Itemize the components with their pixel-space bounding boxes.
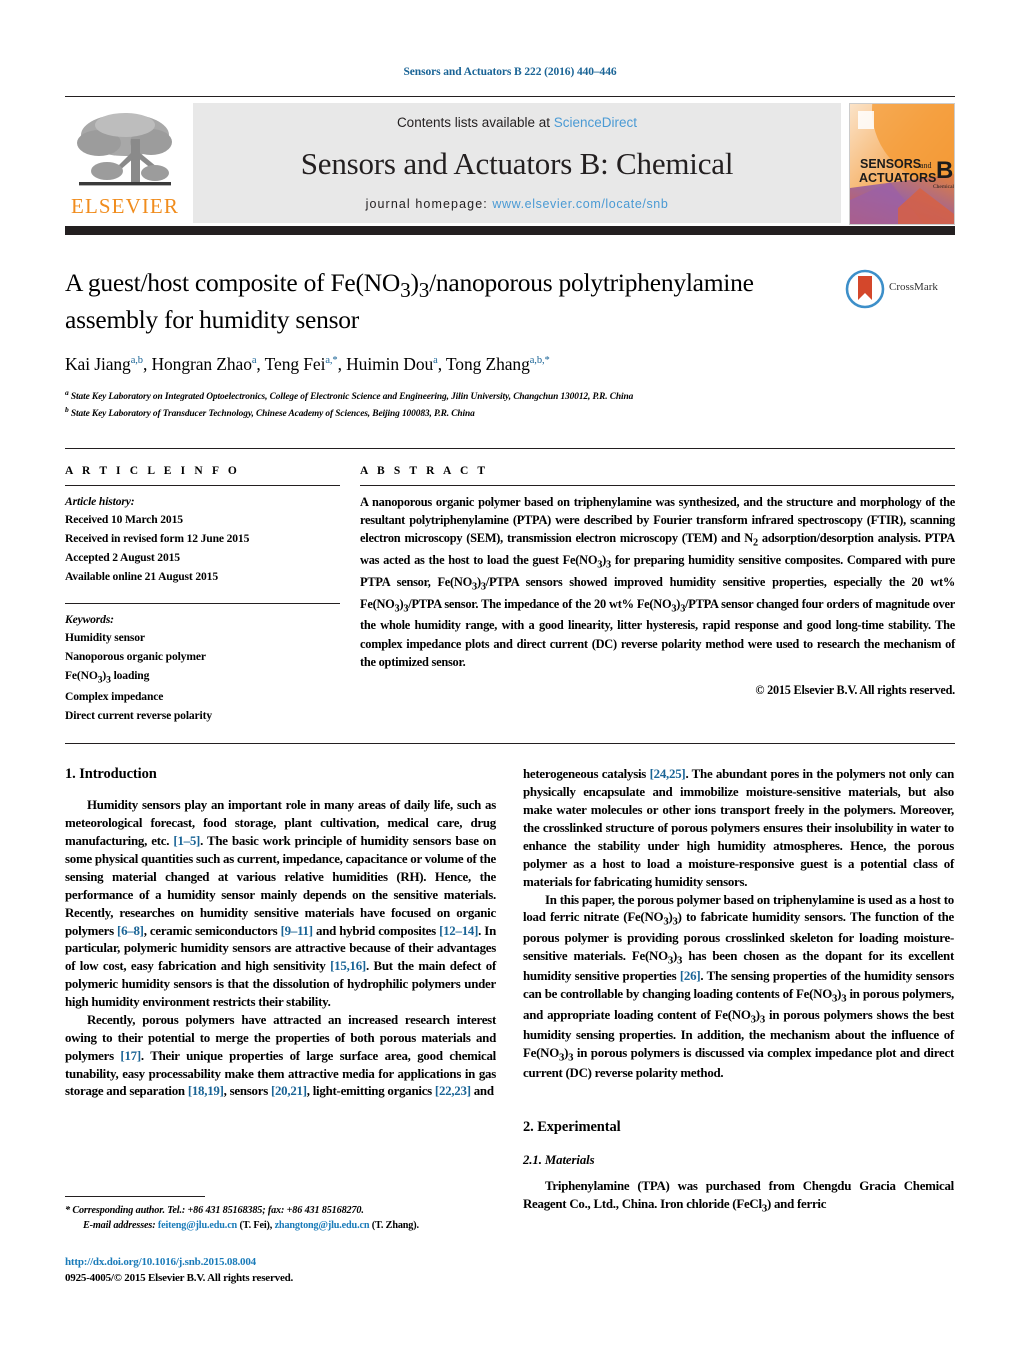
intro-paragraph-1: Humidity sensors play an important role … <box>65 798 496 1010</box>
section-heading-experimental: 2. Experimental <box>523 1119 621 1136</box>
issn-copyright-line: 0925-4005/© 2015 Elsevier B.V. All right… <box>65 1271 294 1284</box>
materials-paragraph-1: Triphenylamine (TPA) was purchased from … <box>523 1179 954 1215</box>
title-block: A guest/host composite of Fe(NO3)3/nanop… <box>65 267 955 422</box>
svg-text:ACTUATORS: ACTUATORS <box>859 171 936 185</box>
svg-text:and: and <box>920 161 932 170</box>
article-info-heading: A R T I C L E I N F O <box>65 464 240 477</box>
keyword-3: Complex impedance <box>65 689 164 703</box>
crossmark-label: CrossMark <box>889 281 938 293</box>
keyword-2: Fe(NO3)3 loading <box>65 668 150 686</box>
doi-and-issn-block: http://dx.doi.org/10.1016/j.snb.2015.08.… <box>65 1255 293 1287</box>
corresponding-author-footnote: * Corresponding author. Tel.: +86 431 85… <box>65 1196 496 1234</box>
doi-link[interactable]: http://dx.doi.org/10.1016/j.snb.2015.08.… <box>65 1255 293 1271</box>
crossmark-badge[interactable]: CrossMark <box>845 267 955 422</box>
journal-banner: Contents lists available at ScienceDirec… <box>193 103 841 223</box>
keywords-divider <box>65 602 340 604</box>
abstract-heading: A B S T R A C T <box>360 464 489 477</box>
keyword-4: Direct current reverse polarity <box>65 708 212 722</box>
affiliation-b: b State Key Laboratory of Transducer Tec… <box>65 404 475 419</box>
contents-prefix: Contents lists available at <box>396 115 554 130</box>
journal-cover-thumbnail: SENSORS and ACTUATORS B Chemical <box>849 103 955 225</box>
article-history-label: Article history: <box>65 494 135 508</box>
journal-title: Sensors and Actuators B: Chemical <box>300 145 734 181</box>
homepage-prefix: journal homepage: <box>365 197 493 211</box>
body-column-right: heterogeneous catalysis [24,25]. The abu… <box>523 766 954 1216</box>
masthead-dark-rule <box>65 226 955 235</box>
crossmark-icon <box>845 269 885 309</box>
elsevier-logo: ELSEVIER <box>65 103 185 223</box>
intro-paragraph-3: In this paper, the porous polymer based … <box>523 892 955 1081</box>
keyword-1: Nanoporous organic polymer <box>65 650 206 664</box>
email-addresses-line[interactable]: E-mail addresses: feiteng@jlu.edu.cn (T.… <box>65 1218 496 1233</box>
corresponding-author-line: * Corresponding author. Tel.: +86 431 85… <box>65 1205 364 1216</box>
history-item-1: Received in revised form 12 June 2015 <box>65 532 250 546</box>
elsevier-tree-icon <box>73 109 177 193</box>
contents-list-line: Contents lists available at ScienceDirec… <box>397 115 637 130</box>
article-info-divider <box>65 484 340 486</box>
info-abstract-row: A R T I C L E I N F O Article history: R… <box>65 447 955 726</box>
history-item-3: Available online 21 August 2015 <box>65 569 218 583</box>
subsection-heading-materials: 2.1. Materials <box>523 1153 595 1168</box>
abstract-body: A nanoporous organic polymer based on tr… <box>360 494 956 670</box>
section-heading-introduction: 1. Introduction <box>65 766 157 783</box>
article-info-column: A R T I C L E I N F O Article history: R… <box>65 465 360 726</box>
affiliation-a: a State Key Laboratory on Integrated Opt… <box>65 388 634 403</box>
intro-paragraph-2-continued: heterogeneous catalysis [24,25]. The abu… <box>523 767 954 889</box>
intro-paragraph-2: Recently, porous polymers have attracted… <box>65 1012 496 1099</box>
journal-masthead: ELSEVIER Contents lists available at Sci… <box>65 96 955 225</box>
page-title: A guest/host composite of Fe(NO3)3/nanop… <box>65 268 754 335</box>
abstract-divider <box>360 484 955 486</box>
homepage-url-link[interactable]: www.elsevier.com/locate/snb <box>492 197 668 211</box>
footnote-rule <box>65 1196 205 1197</box>
abstract-copyright: © 2015 Elsevier B.V. All rights reserved… <box>755 683 955 698</box>
keyword-0: Humidity sensor <box>65 631 145 645</box>
body-column-left: 1. Introduction Humidity sensors play an… <box>65 766 496 1216</box>
affiliation-list: a State Key Laboratory on Integrated Opt… <box>65 388 829 422</box>
history-item-2: Accepted 2 August 2015 <box>65 550 180 564</box>
title-text-column: A guest/host composite of Fe(NO3)3/nanop… <box>65 267 845 422</box>
elsevier-wordmark: ELSEVIER <box>71 194 179 218</box>
author-list: Kai Jianga,b, Hongran Zhaoa, Teng Feia,*… <box>65 354 550 375</box>
article-history-group: Article history: Received 10 March 2015 … <box>65 493 340 587</box>
svg-text:SENSORS: SENSORS <box>860 157 921 171</box>
abstract-column: A B S T R A C T A nanoporous organic pol… <box>360 465 955 726</box>
body-top-rule <box>65 743 955 745</box>
journal-homepage-line: journal homepage: www.elsevier.com/locat… <box>366 197 669 211</box>
svg-text:B: B <box>936 157 953 184</box>
sciencedirect-link[interactable]: ScienceDirect <box>554 115 637 130</box>
svg-text:Chemical: Chemical <box>933 184 954 190</box>
keywords-label: Keywords: <box>65 612 114 626</box>
keywords-group: Keywords: Humidity sensor Nanoporous org… <box>65 611 340 726</box>
paper-page: Sensors and Actuators B 222 (2016) 440–4… <box>0 0 1020 1351</box>
history-item-0: Received 10 March 2015 <box>65 513 183 527</box>
running-head: Sensors and Actuators B 222 (2016) 440–4… <box>403 66 617 78</box>
body-columns: 1. Introduction Humidity sensors play an… <box>65 766 955 1216</box>
